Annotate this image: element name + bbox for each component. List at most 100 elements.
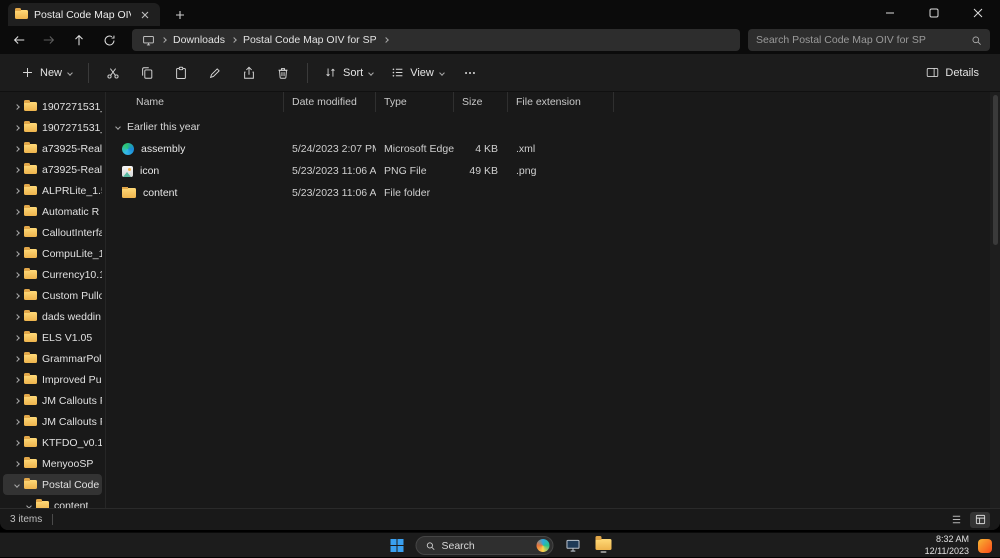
group-header-earlier-this-year[interactable]: Earlier this year bbox=[106, 116, 1000, 138]
column-header-name[interactable]: Name bbox=[106, 92, 284, 112]
close-button[interactable] bbox=[956, 0, 1000, 26]
column-header-file-extension[interactable]: File extension bbox=[508, 92, 614, 112]
search-box[interactable] bbox=[748, 29, 990, 51]
breadcrumb-current-folder[interactable]: Postal Code Map OIV for SP bbox=[243, 34, 377, 46]
sidebar-item[interactable]: CalloutInterfa bbox=[3, 222, 102, 243]
file-explorer-icon bbox=[596, 539, 612, 550]
rename-button[interactable] bbox=[198, 59, 232, 87]
file-row-icon[interactable]: icon 5/23/2023 11:06 AM PNG File 49 KB .… bbox=[106, 160, 1000, 182]
chevron-right-icon[interactable] bbox=[14, 398, 20, 404]
vertical-scrollbar[interactable] bbox=[990, 92, 1000, 508]
taskbar-clock[interactable]: 8:32 AM 12/11/2023 bbox=[925, 534, 969, 557]
statusbar-divider bbox=[52, 514, 53, 525]
copy-button[interactable] bbox=[130, 59, 164, 87]
search-input[interactable] bbox=[756, 34, 965, 46]
chevron-right-icon[interactable] bbox=[14, 419, 20, 425]
sidebar-item-label: Improved Pu bbox=[42, 374, 102, 386]
sidebar-item[interactable]: GrammarPoli bbox=[3, 348, 102, 369]
copy-icon bbox=[140, 66, 154, 80]
breadcrumb-downloads[interactable]: Downloads bbox=[173, 34, 225, 46]
sidebar-item[interactable]: 1907271531_ bbox=[3, 117, 102, 138]
monitor-icon bbox=[142, 34, 155, 47]
maximize-button[interactable] bbox=[912, 0, 956, 26]
cut-icon bbox=[106, 66, 120, 80]
sidebar-item[interactable]: Custom Pullo bbox=[3, 285, 102, 306]
chevron-right-icon[interactable] bbox=[14, 377, 20, 383]
share-button[interactable] bbox=[232, 59, 266, 87]
sidebar-item[interactable]: ELS V1.05 bbox=[3, 327, 102, 348]
chevron-right-icon[interactable] bbox=[14, 440, 20, 446]
sidebar-item[interactable]: JM Callouts F bbox=[3, 390, 102, 411]
chevron-right-icon[interactable] bbox=[14, 104, 20, 110]
sidebar-item[interactable]: 1907271531_ bbox=[3, 96, 102, 117]
file-row-content[interactable]: content 5/23/2023 11:06 AM File folder bbox=[106, 182, 1000, 204]
windows-logo bbox=[390, 539, 403, 552]
paste-button[interactable] bbox=[164, 59, 198, 87]
sidebar-item-label: Custom Pullo bbox=[42, 290, 102, 302]
more-options-button[interactable] bbox=[453, 59, 487, 87]
sidebar-item[interactable]: CompuLite_1 bbox=[3, 243, 102, 264]
chevron-right-icon[interactable] bbox=[14, 230, 20, 236]
chevron-right-icon[interactable] bbox=[14, 356, 20, 362]
chevron-right-icon[interactable] bbox=[14, 461, 20, 467]
forward-button[interactable] bbox=[34, 28, 64, 52]
sidebar-item[interactable]: Improved Pu bbox=[3, 369, 102, 390]
file-row-assembly[interactable]: assembly 5/24/2023 2:07 PM Microsoft Edg… bbox=[106, 138, 1000, 160]
tab-close-button[interactable] bbox=[137, 7, 153, 23]
delete-button[interactable] bbox=[266, 59, 300, 87]
column-header-size[interactable]: Size bbox=[454, 92, 508, 112]
chevron-down-icon[interactable] bbox=[115, 124, 121, 130]
new-tab-button[interactable] bbox=[172, 7, 188, 23]
sidebar-item-label: CalloutInterfa bbox=[42, 227, 102, 239]
chevron-right-icon[interactable] bbox=[14, 188, 20, 194]
folder-icon bbox=[24, 165, 37, 174]
taskbar-app-monitor[interactable] bbox=[561, 535, 585, 557]
chevron-right-icon[interactable] bbox=[14, 251, 20, 257]
start-button[interactable] bbox=[385, 535, 409, 557]
sidebar-item[interactable]: dads weddin bbox=[3, 306, 102, 327]
sidebar-item[interactable]: KTFDO_v0.1_ bbox=[3, 432, 102, 453]
navigation-bar: Downloads Postal Code Map OIV for SP bbox=[0, 26, 1000, 54]
details-pane-button[interactable]: Details bbox=[917, 59, 988, 87]
tray-app-icon[interactable] bbox=[978, 539, 992, 553]
back-button[interactable] bbox=[4, 28, 34, 52]
chevron-right-icon[interactable] bbox=[14, 146, 20, 152]
breadcrumb[interactable]: Downloads Postal Code Map OIV for SP bbox=[132, 29, 740, 51]
minimize-button[interactable] bbox=[868, 0, 912, 26]
chevron-right-icon[interactable] bbox=[14, 335, 20, 341]
chevron-right-icon[interactable] bbox=[14, 167, 20, 173]
sidebar-item[interactable]: MenyooSP bbox=[3, 453, 102, 474]
view-button[interactable]: View bbox=[382, 59, 453, 87]
sidebar-item-postal-code-map[interactable]: Postal Code M bbox=[3, 474, 102, 495]
chevron-right-icon[interactable] bbox=[14, 314, 20, 320]
scrollbar-thumb[interactable] bbox=[993, 95, 998, 245]
chevron-right-icon[interactable] bbox=[14, 209, 20, 215]
sort-button[interactable]: Sort bbox=[315, 59, 382, 87]
sidebar-item[interactable]: Automatic R bbox=[3, 201, 102, 222]
column-header-date-modified[interactable]: Date modified bbox=[284, 92, 376, 112]
details-view-toggle[interactable] bbox=[970, 512, 990, 528]
cut-button[interactable] bbox=[96, 59, 130, 87]
column-header-type[interactable]: Type bbox=[376, 92, 454, 112]
chevron-down-icon[interactable] bbox=[14, 482, 20, 488]
new-button[interactable]: New bbox=[12, 59, 81, 87]
folder-icon bbox=[24, 270, 37, 279]
sidebar-item[interactable]: ALPRLite_1.5. bbox=[3, 180, 102, 201]
explorer-tab[interactable]: Postal Code Map OIV for SP bbox=[8, 3, 160, 26]
taskbar-center-group: Search bbox=[385, 533, 616, 558]
sidebar-item[interactable]: a73925-Reali bbox=[3, 159, 102, 180]
search-icon bbox=[971, 35, 982, 46]
chevron-right-icon[interactable] bbox=[14, 272, 20, 278]
list-view-toggle[interactable] bbox=[946, 512, 966, 528]
up-button[interactable] bbox=[64, 28, 94, 52]
sidebar-item[interactable]: a73925-Reali bbox=[3, 138, 102, 159]
chevron-right-icon[interactable] bbox=[14, 293, 20, 299]
taskbar-file-explorer[interactable] bbox=[592, 535, 616, 557]
folder-icon bbox=[122, 188, 136, 198]
chevron-right-icon[interactable] bbox=[14, 125, 20, 131]
sidebar-item-content[interactable]: content bbox=[3, 495, 102, 508]
sidebar-item[interactable]: JM Callouts F bbox=[3, 411, 102, 432]
refresh-button[interactable] bbox=[94, 28, 124, 52]
taskbar-search[interactable]: Search bbox=[416, 536, 554, 555]
sidebar-item[interactable]: Currency10.1. bbox=[3, 264, 102, 285]
